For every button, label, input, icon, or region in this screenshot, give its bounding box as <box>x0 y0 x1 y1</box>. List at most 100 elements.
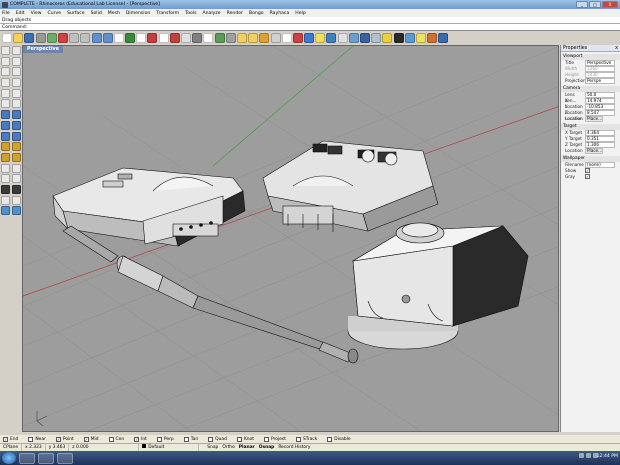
osnap-project-checkbox[interactable] <box>263 436 269 442</box>
extrude-icon[interactable] <box>1 131 10 141</box>
lens-field[interactable]: 50.0 <box>585 92 615 98</box>
menu-view[interactable]: View <box>31 11 42 16</box>
lock-icon[interactable] <box>236 33 247 43</box>
menu-analyze[interactable]: Analyze <box>203 11 221 16</box>
osnap-end-checkbox[interactable]: ✓ <box>3 436 8 442</box>
osnap-quad[interactable]: Quad <box>208 436 227 442</box>
print-icon[interactable] <box>35 33 46 43</box>
menu-help[interactable]: Help <box>295 11 305 16</box>
four-views-icon[interactable] <box>192 33 203 43</box>
menu-bongo[interactable]: Bongo <box>249 11 264 16</box>
render-icon[interactable] <box>304 33 315 43</box>
properties-icon[interactable] <box>281 33 292 43</box>
tools-icon[interactable] <box>427 33 438 43</box>
osnap-perp[interactable]: Perp <box>156 436 174 442</box>
shaded-icon[interactable] <box>348 33 359 43</box>
mesh-icon[interactable] <box>11 142 21 152</box>
rotate-icon[interactable] <box>1 163 10 173</box>
trim-icon[interactable] <box>1 174 10 184</box>
select-all-icon[interactable] <box>225 33 236 43</box>
light-icon[interactable] <box>315 33 326 43</box>
new-icon[interactable] <box>2 33 12 43</box>
z-location-field[interactable]: 8.547 <box>585 110 615 116</box>
menu-rayhaca[interactable]: Rayhaca <box>270 11 290 16</box>
layer-icon[interactable] <box>270 33 281 43</box>
info-icon[interactable] <box>382 33 393 43</box>
gumball-icon[interactable] <box>404 33 415 43</box>
set-view-icon[interactable] <box>203 33 214 43</box>
loft-icon[interactable] <box>11 131 21 141</box>
osnap-quad-checkbox[interactable] <box>208 436 214 442</box>
cut-icon[interactable] <box>57 33 68 43</box>
gray-checkbox[interactable]: ✓ <box>585 174 590 179</box>
menu-dimension[interactable]: Dimension <box>126 11 150 16</box>
menu-mesh[interactable]: Mesh <box>108 11 120 16</box>
hide-icon[interactable] <box>259 33 270 43</box>
curve-icon[interactable] <box>11 56 21 66</box>
fillet-icon[interactable] <box>11 99 21 109</box>
undo-icon[interactable] <box>91 33 102 43</box>
projection-select[interactable]: Perspe <box>585 78 615 84</box>
help-icon[interactable] <box>438 33 449 43</box>
show-icon[interactable] <box>248 33 259 43</box>
osnap-disable-checkbox[interactable] <box>327 436 333 442</box>
osnap-near[interactable]: Near <box>28 436 46 442</box>
dimension-icon[interactable] <box>11 195 21 205</box>
osnap-disable[interactable]: Disable <box>327 436 351 442</box>
ellipse-icon[interactable] <box>1 78 10 88</box>
explode-icon[interactable] <box>11 184 21 194</box>
grid-icon[interactable] <box>393 33 404 43</box>
osnap-point[interactable]: ✓ Point <box>55 436 74 442</box>
menu-file[interactable]: File <box>2 11 10 16</box>
taskbar-rhino-button[interactable] <box>57 452 73 464</box>
bulb-icon[interactable] <box>415 33 426 43</box>
osnap-knot-checkbox[interactable] <box>236 436 242 442</box>
menu-solid[interactable]: Solid <box>91 11 102 16</box>
paste-icon[interactable] <box>80 33 91 43</box>
box-icon[interactable] <box>11 110 21 120</box>
save-icon[interactable] <box>24 33 35 43</box>
move-icon[interactable] <box>1 152 10 162</box>
menu-curve[interactable]: Curve <box>48 11 62 16</box>
surface-icon[interactable] <box>1 110 10 120</box>
osnap-int-checkbox[interactable]: ✓ <box>134 436 140 442</box>
rectangle-icon[interactable] <box>11 78 21 88</box>
osnap-cen-checkbox[interactable] <box>108 436 114 442</box>
split-icon[interactable] <box>11 174 21 184</box>
camera-place-button[interactable]: Place... <box>585 116 603 122</box>
menu-transform[interactable]: Transform <box>156 11 179 16</box>
y-location-field[interactable]: -10.853 <box>585 104 615 110</box>
analyze-icon[interactable] <box>11 206 21 216</box>
zoom-icon[interactable] <box>136 33 147 43</box>
command-input[interactable]: Command: <box>0 24 620 31</box>
tray-network-icon[interactable] <box>579 453 584 458</box>
minimize-button[interactable]: _ <box>576 1 588 8</box>
join-icon[interactable] <box>1 184 10 194</box>
osnap-strack[interactable]: STrack <box>295 436 317 442</box>
start-button[interactable] <box>2 452 16 464</box>
perspective-viewport[interactable]: Perspective <box>22 45 559 432</box>
osnap-cen[interactable]: Cen <box>108 436 124 442</box>
zoom-selected-icon[interactable] <box>169 33 180 43</box>
osnap-tan[interactable]: Tan <box>183 436 198 442</box>
osnap-strack-checkbox[interactable] <box>295 436 301 442</box>
text-icon[interactable] <box>1 206 10 216</box>
rendered-icon[interactable] <box>360 33 370 43</box>
viewport-canvas[interactable] <box>23 46 559 432</box>
open-icon[interactable] <box>13 33 24 43</box>
shaded-solid-icon[interactable] <box>371 33 382 43</box>
polyline-icon[interactable] <box>1 56 10 66</box>
globe-icon[interactable] <box>326 33 337 43</box>
z-target-field[interactable]: 1.306 <box>585 142 615 148</box>
properties-close-icon[interactable]: x <box>615 45 618 52</box>
filename-field[interactable]: (none) <box>585 162 615 168</box>
cplane-icon[interactable] <box>214 33 225 43</box>
line-icon[interactable] <box>11 46 21 55</box>
target-place-button[interactable]: Place... <box>585 148 603 154</box>
zoom-extents-icon[interactable] <box>158 33 169 43</box>
osnap-knot[interactable]: Knot <box>236 436 254 442</box>
taskbar-explorer-button[interactable] <box>19 452 35 464</box>
pan-icon[interactable] <box>113 33 124 43</box>
copy-icon[interactable] <box>69 33 80 43</box>
osnap-near-checkbox[interactable] <box>28 436 34 442</box>
